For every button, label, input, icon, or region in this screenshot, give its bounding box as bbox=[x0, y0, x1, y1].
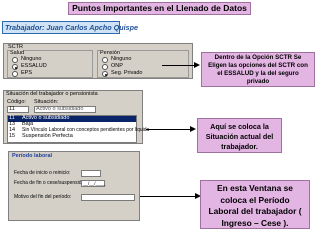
fecha-inicio-label: Fecha de inicio o reinicio: bbox=[14, 170, 71, 176]
note-situacion: Aquí se coloca la Situación actual del t… bbox=[197, 118, 282, 153]
salud-option-label: ESSALUD bbox=[21, 63, 47, 69]
pension-option-label: Seg. Privado bbox=[111, 70, 143, 76]
situacion-heading: Situación del trabajador o pensionista bbox=[6, 91, 98, 97]
radio-icon bbox=[12, 57, 18, 63]
fecha-fin-field[interactable]: __/__/____ bbox=[81, 180, 106, 187]
arrow-line bbox=[162, 65, 194, 66]
pension-group: Pensión Ninguno ONP Seg. Privado bbox=[97, 50, 189, 78]
radio-selected-icon bbox=[102, 71, 108, 77]
arrow-line bbox=[140, 196, 195, 197]
note-periodo: En esta Ventana se coloca el Período Lab… bbox=[200, 180, 310, 229]
motivo-label: Motivo del fin del período: bbox=[14, 194, 72, 200]
arrow-right-icon bbox=[190, 126, 196, 132]
list-item-code: 15 bbox=[9, 133, 16, 139]
sctr-panel: SCTR Salud Ninguno ESSALUD EPS Pensión N… bbox=[3, 43, 193, 79]
situacion-field[interactable]: Activo o subsidiado bbox=[34, 106, 96, 113]
arrow-line bbox=[146, 129, 190, 130]
codigo-field[interactable]: 11 bbox=[7, 106, 29, 113]
fecha-fin-label: Fecha de fin o cese/suspensión: bbox=[14, 180, 86, 186]
list-item-desc: Suspensión Perfecta bbox=[22, 133, 73, 139]
arrow-right-icon bbox=[194, 62, 200, 68]
codigo-label: Código: bbox=[7, 99, 26, 105]
salud-option-label: EPS bbox=[21, 70, 33, 76]
situacion-value: Activo o subsidiado bbox=[36, 106, 84, 112]
worker-label: Trabajador: Juan Carlos Apcho Quispe bbox=[2, 21, 138, 34]
pension-option-label: ONP bbox=[111, 63, 123, 69]
page-title: Puntos Importantes en el Llenado de Dato… bbox=[68, 2, 251, 15]
situacion-list[interactable]: 11 Activo o subsidiado 13 Baja 14 Sin Ví… bbox=[7, 115, 149, 143]
motivo-field[interactable] bbox=[81, 194, 135, 201]
note-sctr: Dentro de la Opción SCTR Se Eligen las o… bbox=[201, 52, 315, 87]
radio-icon bbox=[12, 71, 18, 77]
radio-selected-icon bbox=[12, 64, 18, 70]
fecha-inicio-field[interactable] bbox=[81, 170, 101, 177]
fecha-fin-value: __/__/____ bbox=[83, 181, 106, 186]
radio-icon bbox=[102, 64, 108, 70]
salud-option-label: Ninguno bbox=[21, 56, 42, 62]
salud-group: Salud Ninguno ESSALUD EPS bbox=[7, 50, 93, 78]
periodo-heading: Período laboral bbox=[12, 153, 53, 159]
radio-icon bbox=[102, 57, 108, 63]
situacion-panel: Situación del trabajador o pensionista C… bbox=[3, 90, 149, 144]
situacion-label: Situación: bbox=[34, 99, 59, 105]
periodo-panel: Período laboral Fecha de inicio o reinic… bbox=[8, 151, 140, 221]
pension-option-label: Ninguno bbox=[111, 56, 132, 62]
codigo-value: 11 bbox=[9, 106, 15, 112]
